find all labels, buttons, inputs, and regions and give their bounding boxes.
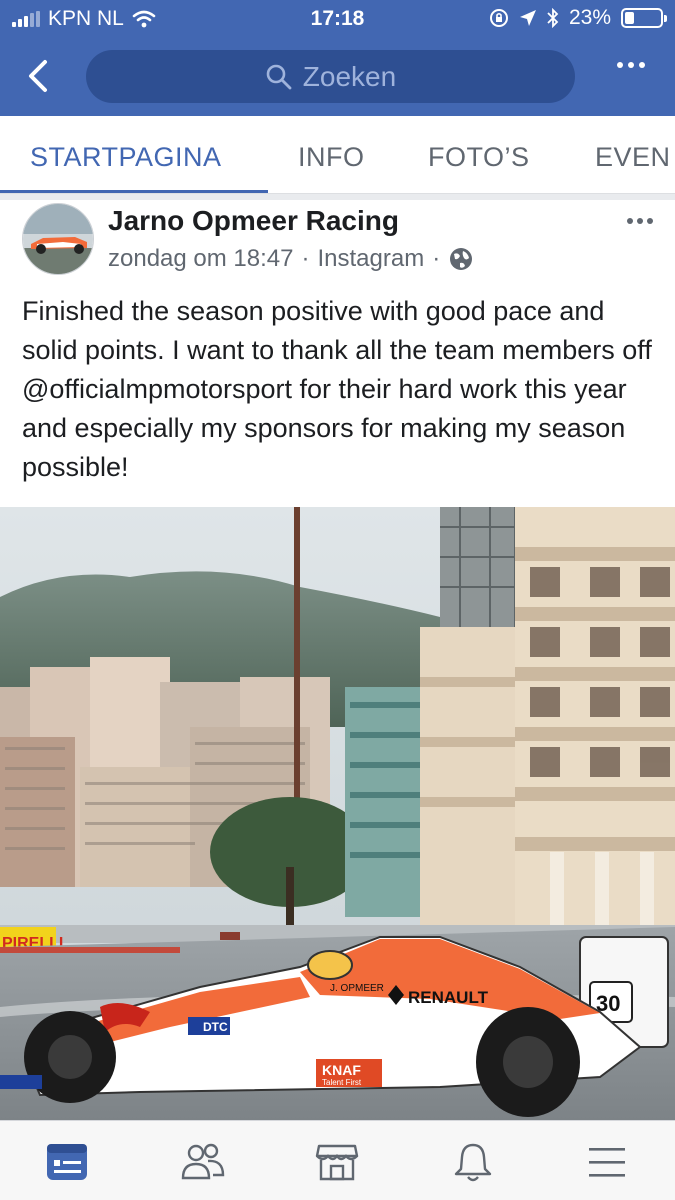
post-meta: zondag om 18:47 · Instagram · xyxy=(108,245,474,273)
status-right: 23% xyxy=(489,6,667,30)
post-photo[interactable]: PIRELLI 30 J. OPMEER RENAULT DTC KNAF Ta… xyxy=(0,507,675,1120)
driver-name: J. OPMEER xyxy=(330,983,384,994)
knaf-tagline: Talent First xyxy=(322,1078,362,1087)
location-icon xyxy=(519,10,536,26)
news-feed-icon xyxy=(47,1144,87,1180)
meta-separator: · xyxy=(301,245,310,272)
rotation-lock-icon xyxy=(489,9,508,27)
avatar[interactable] xyxy=(22,203,94,275)
globe-icon xyxy=(450,248,473,270)
bottom-nav xyxy=(0,1120,675,1200)
tab-fotos[interactable]: FOTO’S xyxy=(428,142,530,173)
nav-friends[interactable] xyxy=(180,1139,226,1185)
tab-info[interactable]: INFO xyxy=(298,142,365,173)
menu-icon xyxy=(589,1148,625,1177)
post-author[interactable]: Jarno Opmeer Racing xyxy=(108,205,399,237)
knaf-logo: KNAF xyxy=(322,1062,361,1078)
post-more-icon[interactable] xyxy=(627,218,653,224)
search-placeholder: Zoeken xyxy=(302,60,397,92)
nav-marketplace[interactable] xyxy=(314,1139,360,1185)
nav-bar: Zoeken xyxy=(0,44,675,110)
top-header: KPN NL 17:18 23% Zoeken xyxy=(0,0,675,116)
status-bar: KPN NL 17:18 23% xyxy=(0,0,675,38)
tab-events[interactable]: EVEN xyxy=(595,142,671,173)
nav-news-feed[interactable] xyxy=(44,1139,90,1185)
dtc-logo: DTC xyxy=(203,1020,228,1034)
friends-icon xyxy=(181,1143,225,1180)
page-tabs: STARTPAGINA INFO FOTO’S EVEN xyxy=(0,116,675,194)
battery-icon xyxy=(621,8,667,28)
bell-icon xyxy=(454,1143,492,1182)
search-icon xyxy=(266,64,292,89)
nav-notifications[interactable] xyxy=(450,1139,496,1185)
back-icon xyxy=(29,60,47,92)
tab-startpagina[interactable]: STARTPAGINA xyxy=(30,142,222,173)
marketplace-icon xyxy=(315,1144,359,1181)
back-button[interactable] xyxy=(20,56,56,96)
renault-logo: RENAULT xyxy=(408,988,489,1007)
post-text: Finished the season positive with good p… xyxy=(22,296,652,482)
nav-menu[interactable] xyxy=(584,1139,630,1185)
more-icon[interactable] xyxy=(617,62,645,68)
feed-post: Jarno Opmeer Racing zondag om 18:47 · In… xyxy=(0,200,675,1120)
post-time[interactable]: zondag om 18:47 xyxy=(108,245,293,273)
bluetooth-icon xyxy=(547,8,559,28)
post-source: Instagram xyxy=(317,245,425,272)
meta-separator-2: · xyxy=(432,245,441,272)
search-input[interactable]: Zoeken xyxy=(86,50,575,103)
battery-percent: 23% xyxy=(568,6,611,29)
